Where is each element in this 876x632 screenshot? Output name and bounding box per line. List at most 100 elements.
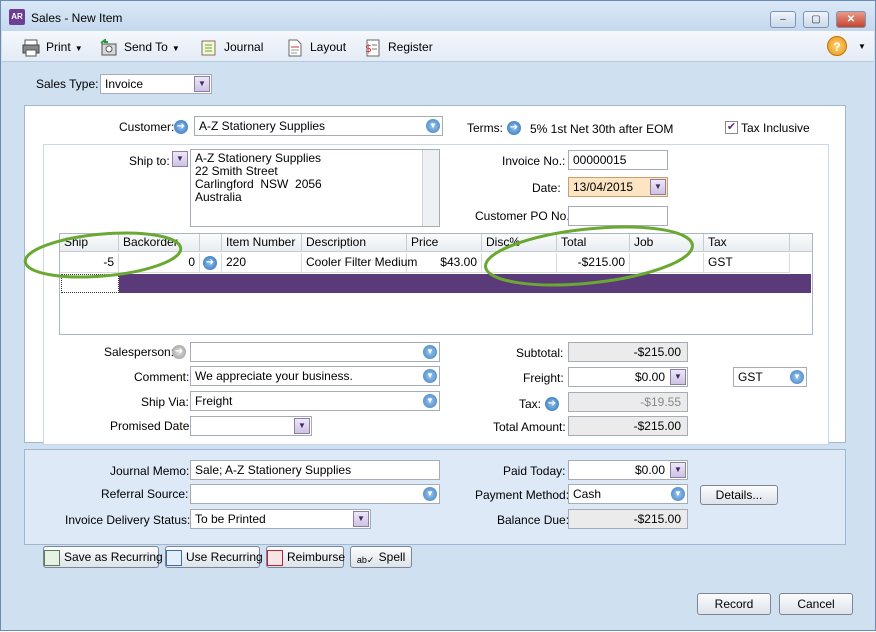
ship-via-value: Freight bbox=[195, 394, 233, 408]
customer-po-label: Customer PO No.: bbox=[475, 209, 574, 223]
date-label: Date: bbox=[532, 181, 561, 195]
print-button[interactable]: Print ▼ bbox=[22, 37, 83, 57]
terms-arrow-icon[interactable]: ➔ bbox=[507, 121, 521, 135]
use-recurring-label: Use Recurring bbox=[186, 550, 263, 564]
details-button[interactable]: Details... bbox=[700, 485, 778, 505]
chevron-down-icon[interactable]: ▼ bbox=[670, 369, 686, 385]
cell-ship[interactable]: -5 bbox=[60, 253, 119, 273]
ship-via-select[interactable]: Freight ▼ bbox=[190, 391, 440, 411]
minimize-button[interactable]: – bbox=[770, 11, 796, 28]
total-amount-value: -$215.00 bbox=[568, 416, 688, 436]
sales-type-select[interactable]: Invoice ▼ bbox=[100, 74, 212, 94]
ship-to-address[interactable]: A-Z Stationery Supplies 22 Smith Street … bbox=[190, 149, 440, 227]
promised-date-label: Promised Date: bbox=[110, 419, 193, 433]
tax-inclusive-checkbox[interactable]: ✔ bbox=[725, 121, 738, 134]
comment-label: Comment: bbox=[134, 370, 190, 384]
address-scrollbar[interactable] bbox=[422, 150, 439, 226]
register-button[interactable]: $ Register bbox=[364, 37, 433, 57]
reimburse-button[interactable]: Reimburse bbox=[266, 546, 345, 568]
delivery-status-label: Invoice Delivery Status: bbox=[65, 513, 191, 527]
cell-backorder[interactable]: 0 bbox=[119, 253, 200, 273]
paid-today-field[interactable]: $0.00 ▼ bbox=[568, 460, 688, 480]
col-header-item-number[interactable]: Item Number bbox=[222, 234, 302, 252]
paid-today-value: $0.00 bbox=[634, 463, 665, 477]
tax-inclusive-label: Tax Inclusive bbox=[741, 121, 810, 135]
customer-po-field[interactable] bbox=[568, 206, 668, 226]
calendar-dropdown-icon[interactable]: ▼ bbox=[294, 418, 310, 434]
cell-job[interactable] bbox=[630, 253, 704, 273]
app-icon: AR bbox=[9, 9, 25, 25]
journal-memo-label: Journal Memo: bbox=[110, 464, 190, 478]
journal-memo-field[interactable]: Sale; A-Z Stationery Supplies bbox=[190, 460, 440, 480]
new-row-highlight[interactable] bbox=[61, 274, 811, 293]
col-header-filler bbox=[790, 234, 812, 252]
calendar-dropdown-icon[interactable]: ▼ bbox=[650, 179, 666, 195]
customer-value: A-Z Stationery Supplies bbox=[199, 119, 326, 133]
record-button[interactable]: Record bbox=[697, 593, 771, 615]
customer-label: Customer: bbox=[119, 120, 175, 134]
referral-source-label: Referral Source: bbox=[101, 487, 189, 501]
payment-method-select[interactable]: Cash ▼ bbox=[568, 484, 688, 504]
col-header-tax[interactable]: Tax bbox=[704, 234, 790, 252]
comment-select[interactable]: We appreciate your business. ▼ bbox=[190, 366, 440, 386]
delivery-status-select[interactable]: To be Printed ▼ bbox=[190, 509, 371, 529]
payment-method-label: Payment Method: bbox=[475, 488, 570, 502]
reimburse-icon bbox=[267, 549, 283, 566]
col-header-price[interactable]: Price bbox=[407, 234, 482, 252]
cell-arrow[interactable]: ➔ bbox=[200, 253, 222, 273]
ship-to-dropdown[interactable]: ▼ bbox=[172, 151, 188, 167]
register-icon: $ bbox=[364, 39, 382, 57]
cell-price[interactable]: $43.00 bbox=[407, 253, 482, 273]
layout-button[interactable]: Layout bbox=[286, 37, 346, 57]
sales-window: AR Sales - New Item – ▢ ✕ Print ▼ Send To… bbox=[0, 0, 876, 631]
cell-item-number[interactable]: 220 bbox=[222, 253, 302, 273]
maximize-button[interactable]: ▢ bbox=[803, 11, 829, 28]
col-header-job[interactable]: Job bbox=[630, 234, 704, 252]
referral-source-select[interactable]: ▼ bbox=[190, 484, 440, 504]
cell-disc[interactable] bbox=[482, 253, 557, 273]
customer-select[interactable]: A-Z Stationery Supplies ▼ bbox=[194, 116, 443, 136]
chevron-down-icon: ▼ bbox=[671, 487, 685, 501]
col-header-backorder[interactable]: Backorder bbox=[119, 234, 200, 252]
col-header-description[interactable]: Description bbox=[302, 234, 407, 252]
salesperson-select[interactable]: ▼ bbox=[190, 342, 440, 362]
promised-date-field[interactable]: ▼ bbox=[190, 416, 312, 436]
tax-arrow-icon[interactable]: ➔ bbox=[545, 397, 559, 411]
col-header-disc[interactable]: Disc% bbox=[482, 234, 557, 252]
salesperson-arrow-icon[interactable]: ➔ bbox=[172, 345, 186, 359]
save-as-recurring-button[interactable]: Save as Recurring bbox=[43, 546, 163, 568]
terms-value: 5% 1st Net 30th after EOM bbox=[530, 122, 674, 136]
help-icon[interactable]: ? bbox=[827, 36, 847, 56]
customer-detail-arrow-icon[interactable]: ➔ bbox=[174, 120, 188, 134]
journal-button[interactable]: Journal bbox=[200, 37, 263, 57]
journal-label: Journal bbox=[224, 40, 264, 54]
col-header-total[interactable]: Total bbox=[557, 234, 630, 252]
send-to-button[interactable]: Send To ▼ bbox=[100, 37, 180, 57]
col-header-ship[interactable]: Ship bbox=[60, 234, 119, 252]
payment-method-value: Cash bbox=[573, 487, 602, 501]
comment-value: We appreciate your business. bbox=[195, 369, 353, 383]
printer-icon bbox=[22, 39, 40, 57]
layout-icon bbox=[286, 39, 304, 57]
use-recurring-button[interactable]: Use Recurring bbox=[165, 546, 263, 568]
chevron-down-icon: ▼ bbox=[194, 76, 210, 92]
total-amount-label: Total Amount: bbox=[493, 420, 566, 434]
new-row-ship-cell[interactable] bbox=[61, 274, 119, 293]
invoice-no-field[interactable]: 00000015 bbox=[568, 150, 668, 170]
cancel-button[interactable]: Cancel bbox=[779, 593, 853, 615]
spell-button[interactable]: ab✓ Spell bbox=[350, 546, 412, 568]
help-chevron-icon[interactable]: ▼ bbox=[858, 42, 866, 51]
tax-label: Tax: bbox=[519, 397, 542, 411]
chevron-down-icon[interactable]: ▼ bbox=[670, 462, 686, 478]
cell-description[interactable]: Cooler Filter Medium bbox=[302, 253, 417, 273]
freight-field[interactable]: $0.00 ▼ bbox=[568, 367, 688, 387]
item-detail-arrow-icon[interactable]: ➔ bbox=[203, 256, 217, 270]
freight-tax-value: GST bbox=[738, 370, 763, 384]
chevron-down-icon: ▼ bbox=[423, 394, 437, 408]
date-field[interactable]: 13/04/2015 ▼ bbox=[568, 177, 668, 197]
freight-tax-select[interactable]: GST ▼ bbox=[733, 367, 807, 387]
close-button[interactable]: ✕ bbox=[836, 11, 866, 28]
cell-tax[interactable]: GST bbox=[704, 253, 790, 273]
cell-total[interactable]: -$215.00 bbox=[557, 253, 630, 273]
ship-to-label: Ship to: bbox=[129, 154, 170, 168]
